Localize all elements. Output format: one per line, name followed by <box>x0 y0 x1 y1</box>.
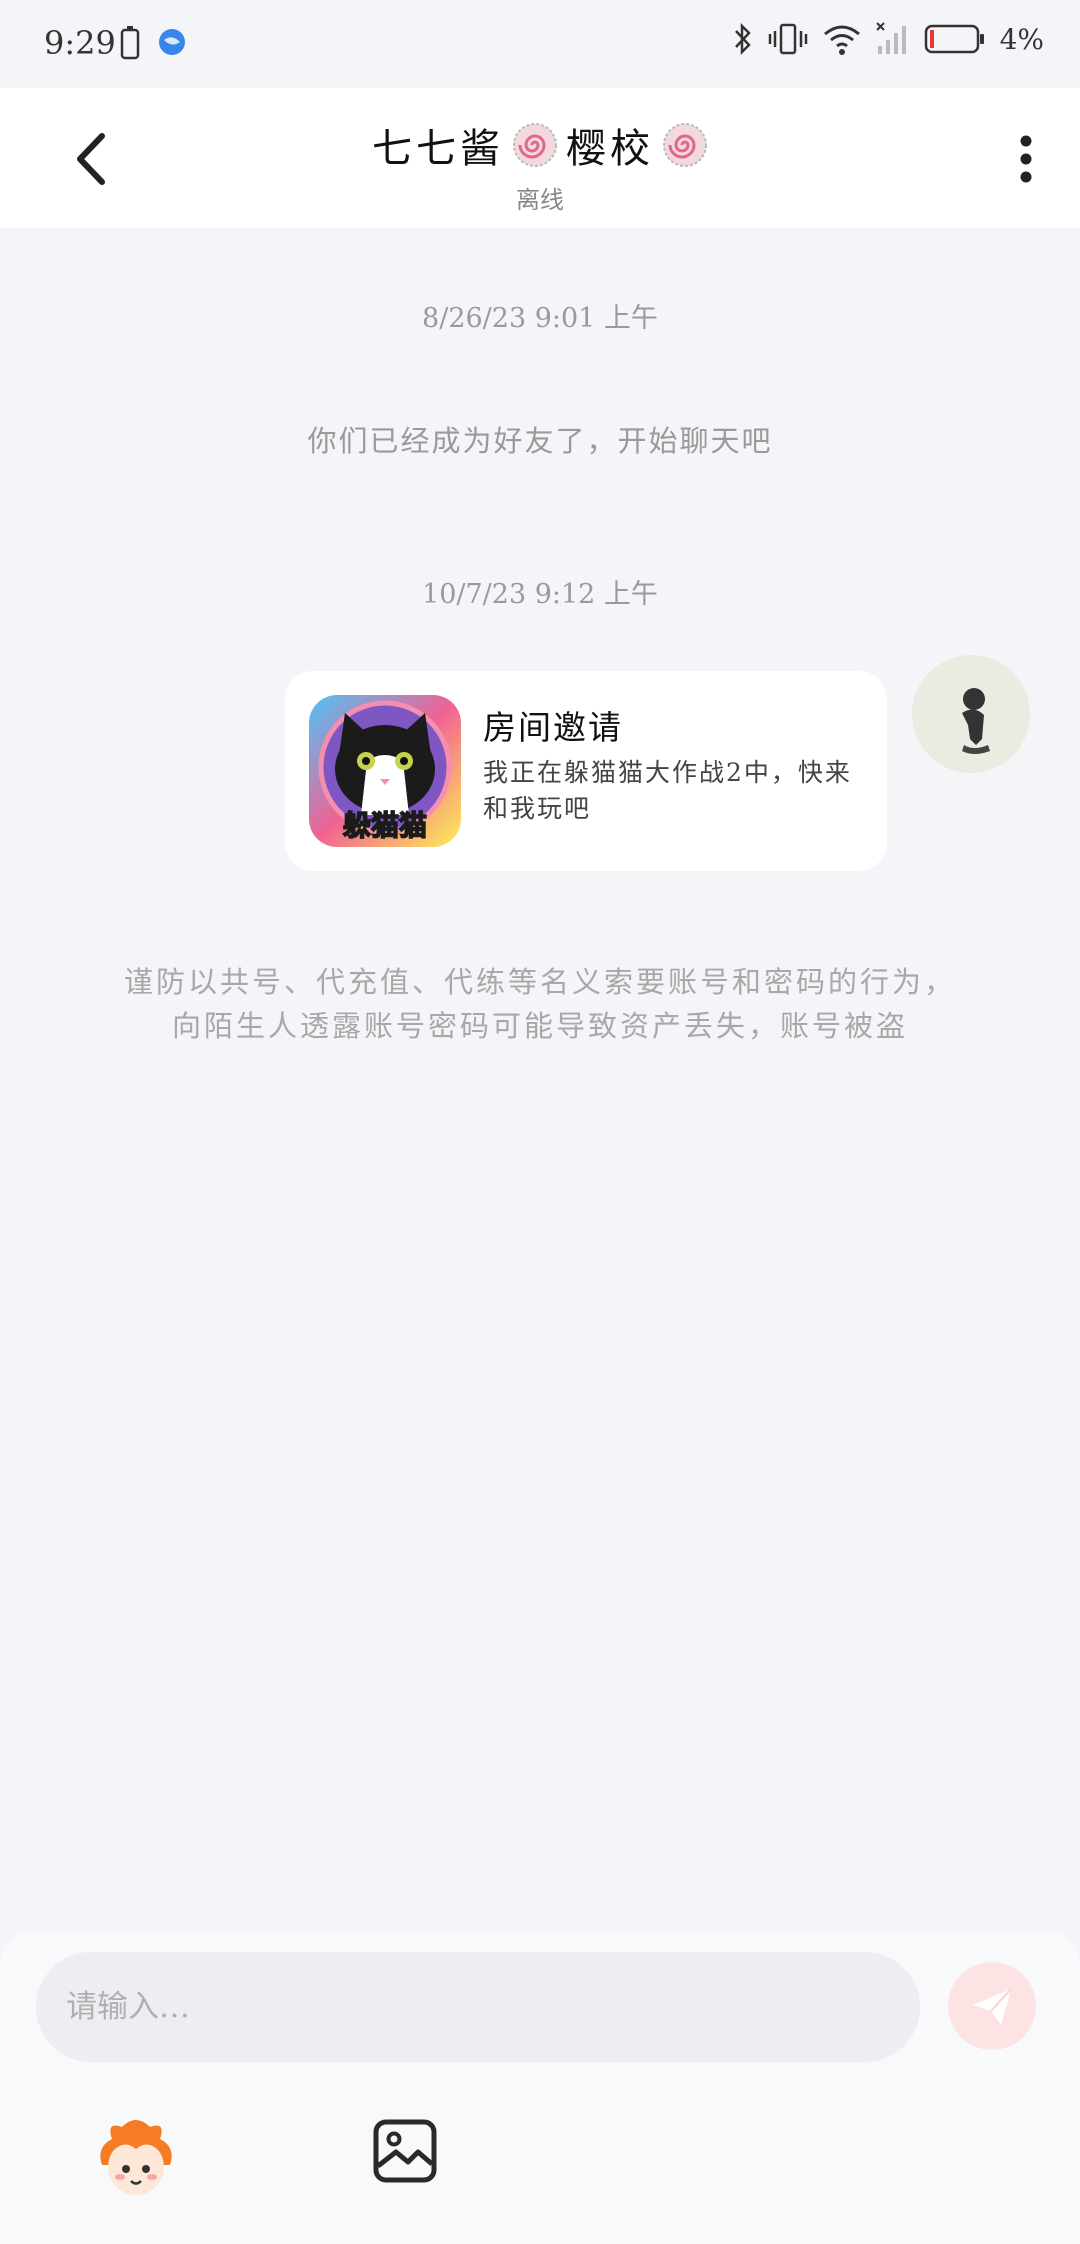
bluetooth-icon <box>734 22 751 56</box>
invite-title: 房间邀请 <box>483 708 623 747</box>
chat-title-name: 七七酱 <box>372 126 504 172</box>
paper-plane-icon <box>973 1988 1012 2025</box>
chat-header: 七七酱 樱校 离线 <box>0 88 1080 228</box>
battery-icon <box>924 24 984 54</box>
message-timestamp: 10/7/23 9:12 上午 <box>422 579 658 610</box>
game-icon-text: 躲猫猫 <box>343 809 427 842</box>
more-options-icon[interactable] <box>996 124 1056 194</box>
warning-line: 谨防以共号、代充值、代练等名义索要账号和密码的行为， <box>123 965 956 999</box>
browser-icon <box>159 29 185 55</box>
send-button[interactable] <box>948 1962 1036 2050</box>
message-input[interactable] <box>36 1952 920 2062</box>
wifi-icon <box>823 25 860 55</box>
candy-icon <box>663 123 707 167</box>
system-message: 你们已经成为好友了，开始聊天吧 <box>307 424 773 458</box>
chat-title-block: 七七酱 樱校 离线 <box>0 116 1080 215</box>
security-warning: 谨防以共号、代充值、代练等名义索要账号和密码的行为， 向陌生人透露账号密码可能导… <box>60 960 1020 1048</box>
status-icons: 4% <box>732 22 1044 56</box>
image-picker-icon[interactable] <box>372 2118 438 2184</box>
status-bar: 9:29 4% <box>0 0 1080 88</box>
invite-description: 我正在躲猫猫大作战2中，快来和我玩吧 <box>483 758 852 823</box>
message-timestamp: 8/26/23 9:01 上午 <box>422 303 658 334</box>
candy-icon <box>513 123 557 167</box>
composer-panel <box>0 1930 1080 2244</box>
phone-battery-icon <box>120 26 140 60</box>
game-icon: 躲猫猫 <box>309 695 461 847</box>
warning-line: 向陌生人透露账号密码可能导致资产丢失，账号被盗 <box>171 1009 908 1043</box>
room-invite-card[interactable]: 躲猫猫 房间邀请 我正在躲猫猫大作战2中，快来和我玩吧 <box>285 671 887 871</box>
status-time: 9:29 <box>44 24 116 62</box>
sticker-button[interactable] <box>92 2113 180 2201</box>
user-avatar[interactable] <box>912 655 1030 773</box>
battery-percent: 4% <box>999 22 1044 56</box>
chat-title-school: 樱校 <box>566 126 654 172</box>
chat-title: 七七酱 樱校 <box>372 116 708 174</box>
online-status: 离线 <box>516 186 564 214</box>
vibrate-icon <box>768 23 807 55</box>
signal-icon <box>875 22 906 54</box>
